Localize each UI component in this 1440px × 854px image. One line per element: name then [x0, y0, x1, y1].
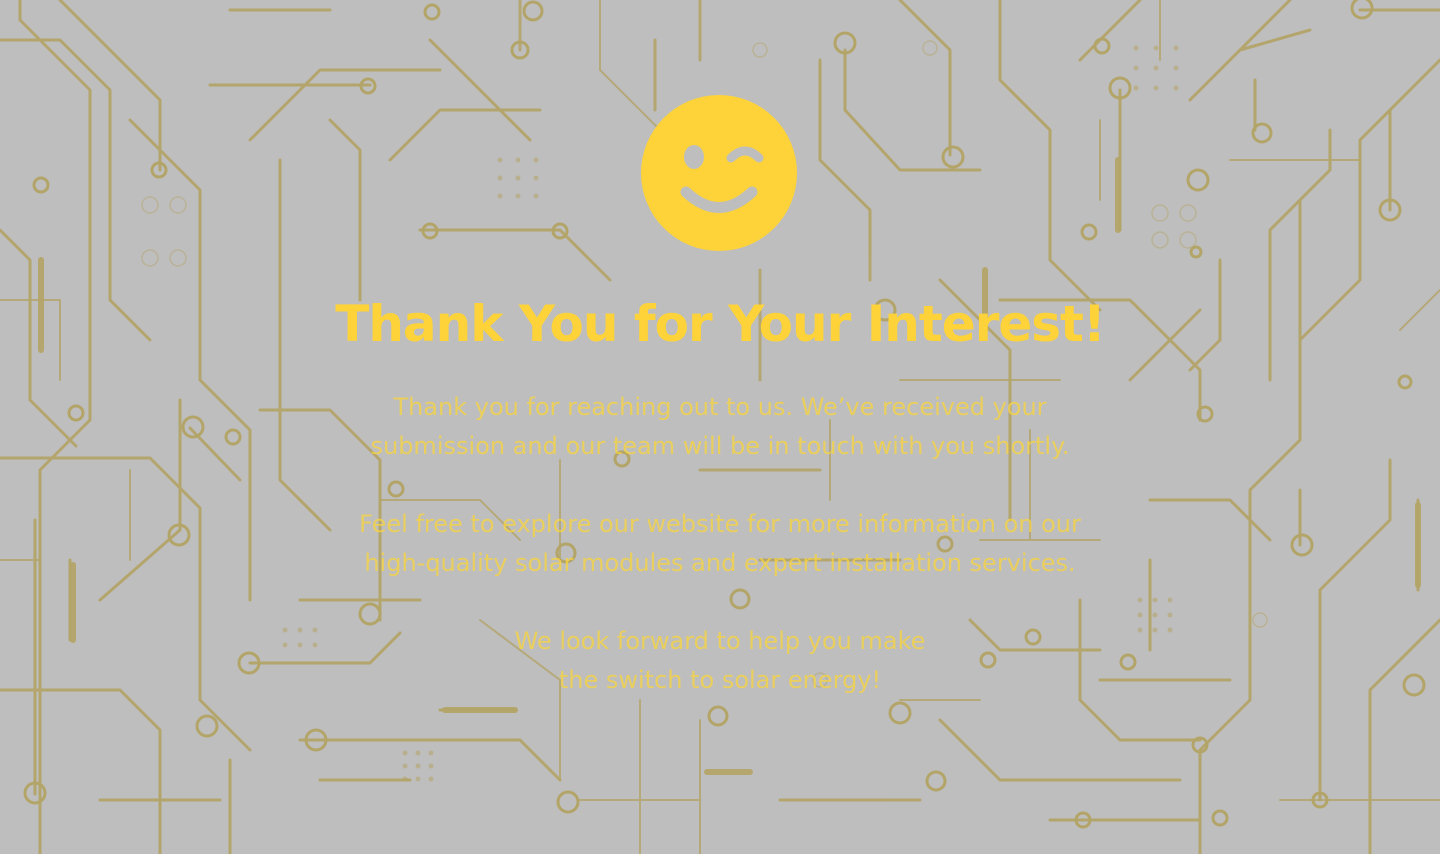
text-line: Feel free to explore our website for mor…	[359, 510, 1081, 538]
text-line: high-quality solar modules and expert in…	[364, 549, 1076, 577]
text-line: the switch to solar energy!	[558, 666, 882, 694]
page-title: Thank You for Your Interest!	[335, 295, 1106, 353]
explore-message: Feel free to explore our website for mor…	[320, 505, 1120, 583]
text-line: submission and our team will be in touch…	[370, 432, 1070, 460]
text-line: We look forward to help you make	[514, 627, 926, 655]
confirmation-content: Thank You for Your Interest! Thank you f…	[0, 0, 1440, 854]
thank-you-page: Thank You for Your Interest! Thank you f…	[0, 0, 1440, 854]
confirmation-message: Thank you for reaching out to us. We’ve …	[320, 388, 1120, 466]
closing-message: We look forward to help you make the swi…	[320, 622, 1120, 700]
winking-smiley-icon	[641, 95, 797, 251]
text-line: Thank you for reaching out to us. We’ve …	[393, 393, 1047, 421]
